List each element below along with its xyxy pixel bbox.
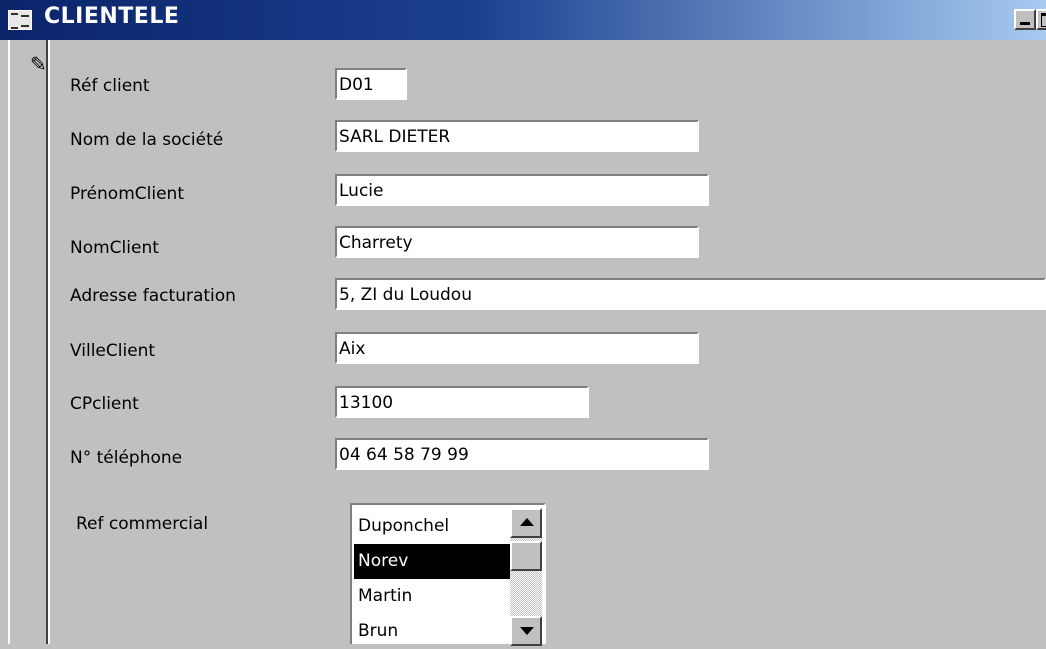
minimize-button[interactable] bbox=[1014, 9, 1036, 30]
cp-client-field[interactable]: 13100 bbox=[335, 386, 589, 418]
ref-commercial-label: Ref commercial bbox=[76, 514, 209, 534]
record-selector[interactable]: ✎ bbox=[8, 40, 50, 644]
ville-client-label: VilleClient bbox=[70, 341, 156, 361]
list-item[interactable]: Duponchel bbox=[354, 509, 510, 544]
prenom-client-label: PrénomClient bbox=[70, 184, 184, 204]
ref-client-label: Réf client bbox=[70, 76, 150, 96]
listbox-scrollbar[interactable] bbox=[510, 508, 542, 646]
ville-client-field[interactable]: Aix bbox=[335, 332, 699, 364]
ref-client-field[interactable]: D01 bbox=[335, 68, 407, 100]
nom-client-label: NomClient bbox=[70, 238, 159, 258]
nom-client-field[interactable]: Charrety bbox=[335, 226, 699, 258]
nom-societe-label: Nom de la société bbox=[70, 130, 224, 150]
arrow-up-icon bbox=[520, 518, 534, 526]
window-title: CLIENTELE bbox=[44, 4, 180, 29]
prenom-client-field[interactable]: Lucie bbox=[335, 174, 709, 206]
adresse-facturation-field[interactable]: 5, ZI du Loudou bbox=[335, 278, 1046, 310]
arrow-down-icon bbox=[520, 627, 534, 635]
ref-commercial-listbox[interactable]: Duponchel Norev Martin Brun bbox=[350, 503, 546, 646]
cp-client-label: CPclient bbox=[70, 394, 139, 414]
maximize-icon bbox=[1041, 13, 1046, 27]
adresse-facturation-label: Adresse facturation bbox=[70, 286, 236, 306]
scroll-up-button[interactable] bbox=[510, 508, 542, 538]
maximize-button[interactable] bbox=[1036, 9, 1046, 30]
title-bar[interactable]: CLIENTELE bbox=[0, 0, 1046, 40]
list-item-selected[interactable]: Norev bbox=[354, 544, 510, 579]
scroll-down-button[interactable] bbox=[510, 616, 542, 646]
form-icon[interactable] bbox=[8, 10, 32, 30]
pencil-icon: ✎ bbox=[30, 52, 47, 76]
telephone-field[interactable]: 04 64 58 79 99 bbox=[335, 438, 709, 470]
minimize-icon bbox=[1020, 22, 1030, 25]
list-item[interactable]: Martin bbox=[354, 579, 510, 614]
telephone-label: N° téléphone bbox=[70, 448, 183, 468]
nom-societe-field[interactable]: SARL DIETER bbox=[335, 120, 699, 152]
scroll-thumb[interactable] bbox=[510, 541, 542, 571]
